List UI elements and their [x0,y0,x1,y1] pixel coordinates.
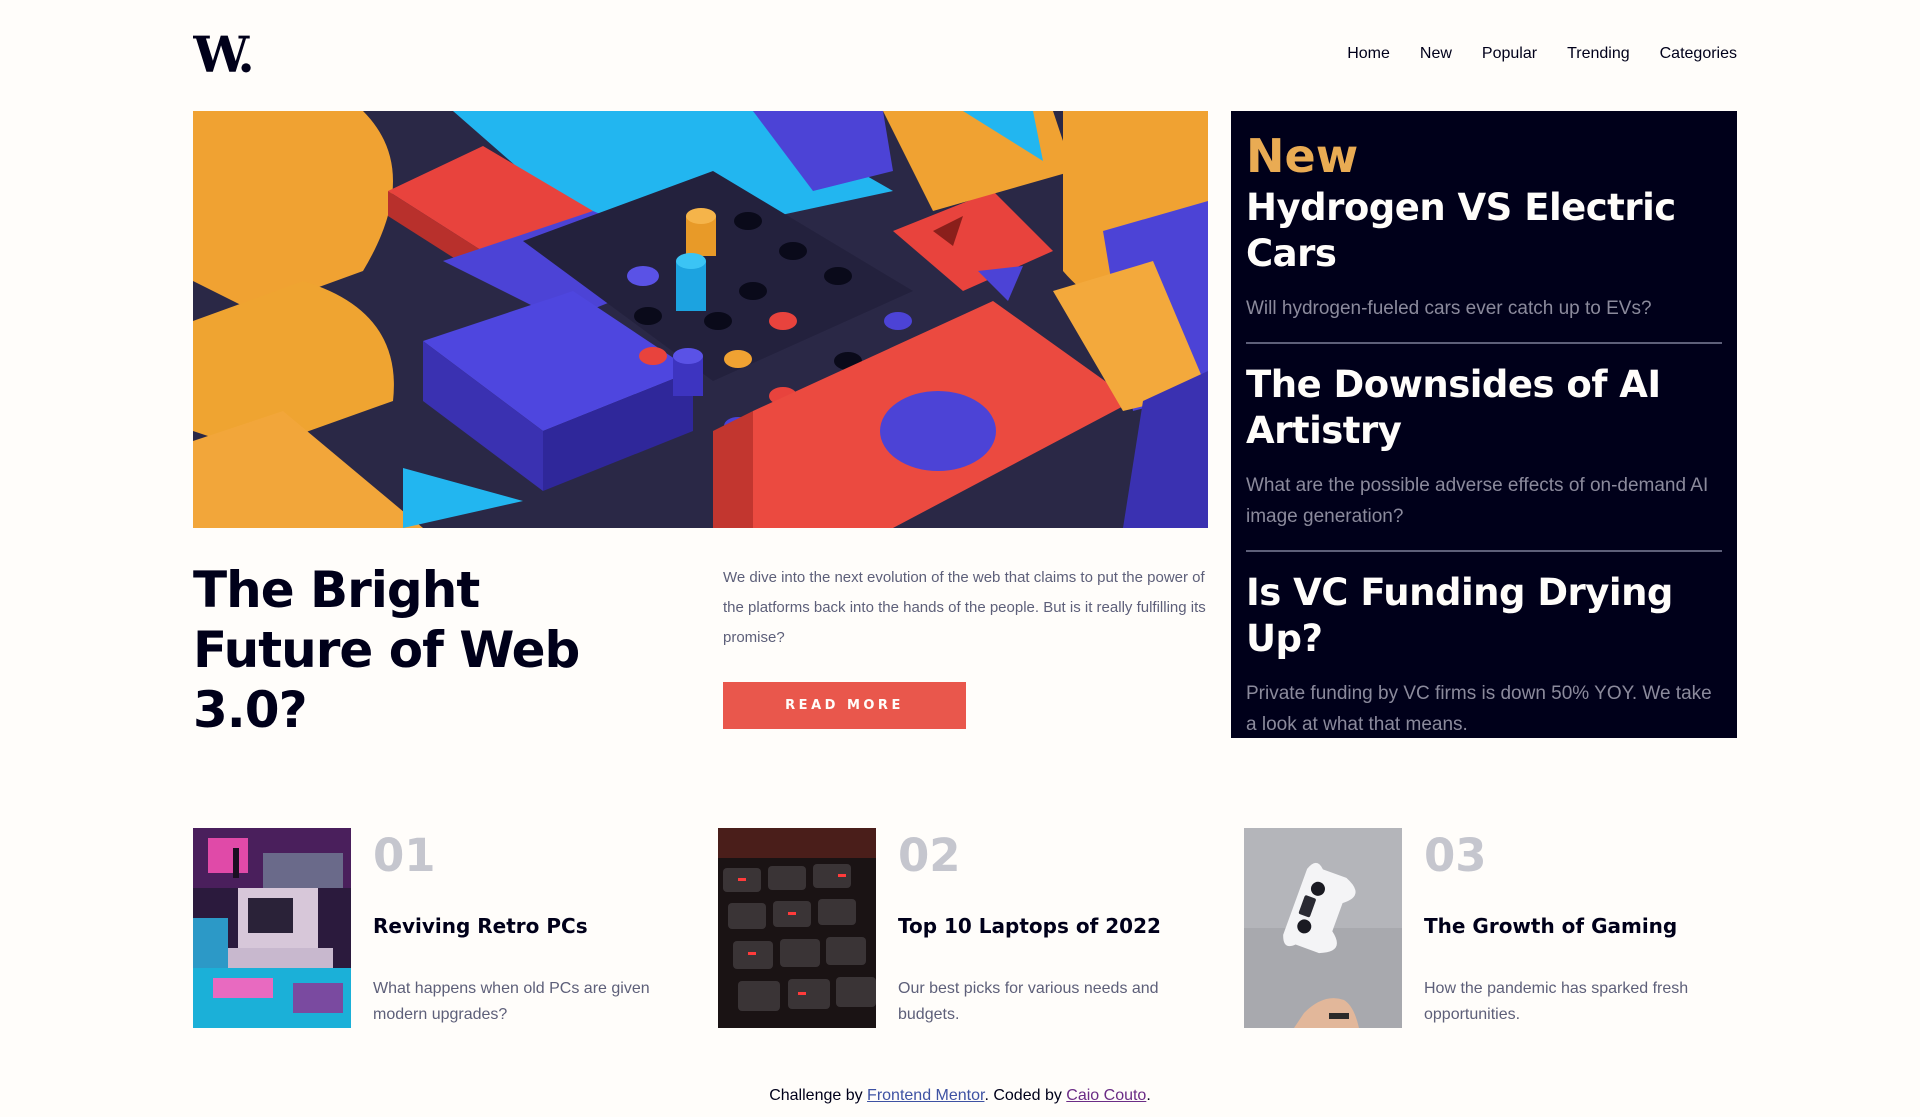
hero-image [193,111,1208,528]
list-item: 02 Top 10 Laptops of 2022 Our best picks… [718,828,1218,1028]
new-article-description: Private funding by VC firms is down 50% … [1246,683,1712,735]
new-article-title[interactable]: Hydrogen VS Electric Cars [1246,185,1722,277]
item-title[interactable]: Top 10 Laptops of 2022 [898,912,1161,940]
list-item: 01 Reviving Retro PCs What happens when … [193,828,693,1028]
read-more-button[interactable]: READ MORE [723,682,966,729]
item-description: Our best picks for various needs and bud… [898,980,1159,1023]
new-panel-heading: New [1246,129,1359,183]
nav-item-categories[interactable]: Categories [1660,45,1737,63]
main-nav: Home New Popular Trending Categories [1317,45,1737,63]
new-article-item: Hydrogen VS Electric Cars Will hydrogen-… [1246,185,1722,344]
author-link[interactable]: Caio Couto [1066,1087,1146,1104]
new-article-item: The Downsides of AI Artistry What are th… [1246,344,1722,552]
footer-prefix: Challenge by [769,1087,868,1104]
keyboard-icon [718,828,876,1028]
featured-list: 01 Reviving Retro PCs What happens when … [193,828,1737,1028]
attribution-footer: Challenge by Frontend Mentor. Coded by C… [0,1087,1920,1105]
retro-pc-image [193,828,351,1028]
hero-description: We dive into the next evolution of the w… [723,569,1206,646]
frontend-mentor-link[interactable]: Frontend Mentor [867,1087,984,1104]
nav-item-trending[interactable]: Trending [1567,45,1630,63]
item-number: 01 [373,829,436,882]
item-title[interactable]: The Growth of Gaming [1424,912,1677,940]
item-description: How the pandemic has sparked fresh oppor… [1424,980,1689,1023]
nav-item-home[interactable]: Home [1347,45,1390,63]
new-article-description: Will hydrogen-fueled cars ever catch up … [1246,298,1652,319]
keyboard-image [718,828,876,1028]
item-number: 03 [1424,829,1487,882]
retro-pc-icon [193,828,351,1028]
abstract-blocks-icon [193,111,1208,528]
item-number: 02 [898,829,961,882]
nav-item-new[interactable]: New [1420,45,1452,63]
nav-item-popular[interactable]: Popular [1482,45,1537,63]
item-description: What happens when old PCs are given mode… [373,980,650,1023]
new-article-description: What are the possible adverse effects of… [1246,475,1709,527]
list-item: 03 The Growth of Gaming How the pandemic… [1244,828,1744,1028]
footer-middle: . Coded by [984,1087,1067,1104]
new-article-title[interactable]: The Downsides of AI Artistry [1246,362,1722,454]
hero-title: The Bright Future of Web 3.0? [193,561,580,739]
new-article-title[interactable]: Is VC Funding Drying Up? [1246,570,1722,662]
footer-suffix: . [1146,1087,1151,1104]
new-articles-panel: New Hydrogen VS Electric Cars Will hydro… [1231,111,1737,738]
svg-text:W.: W. [193,32,251,76]
site-header: W. Home New Popular Trending Categories [193,0,1737,110]
logo-icon[interactable]: W. [193,32,259,76]
game-controller-image [1244,828,1402,1028]
item-title[interactable]: Reviving Retro PCs [373,912,588,940]
game-controller-icon [1244,828,1402,1028]
new-article-item: Is VC Funding Drying Up? Private funding… [1246,552,1722,758]
